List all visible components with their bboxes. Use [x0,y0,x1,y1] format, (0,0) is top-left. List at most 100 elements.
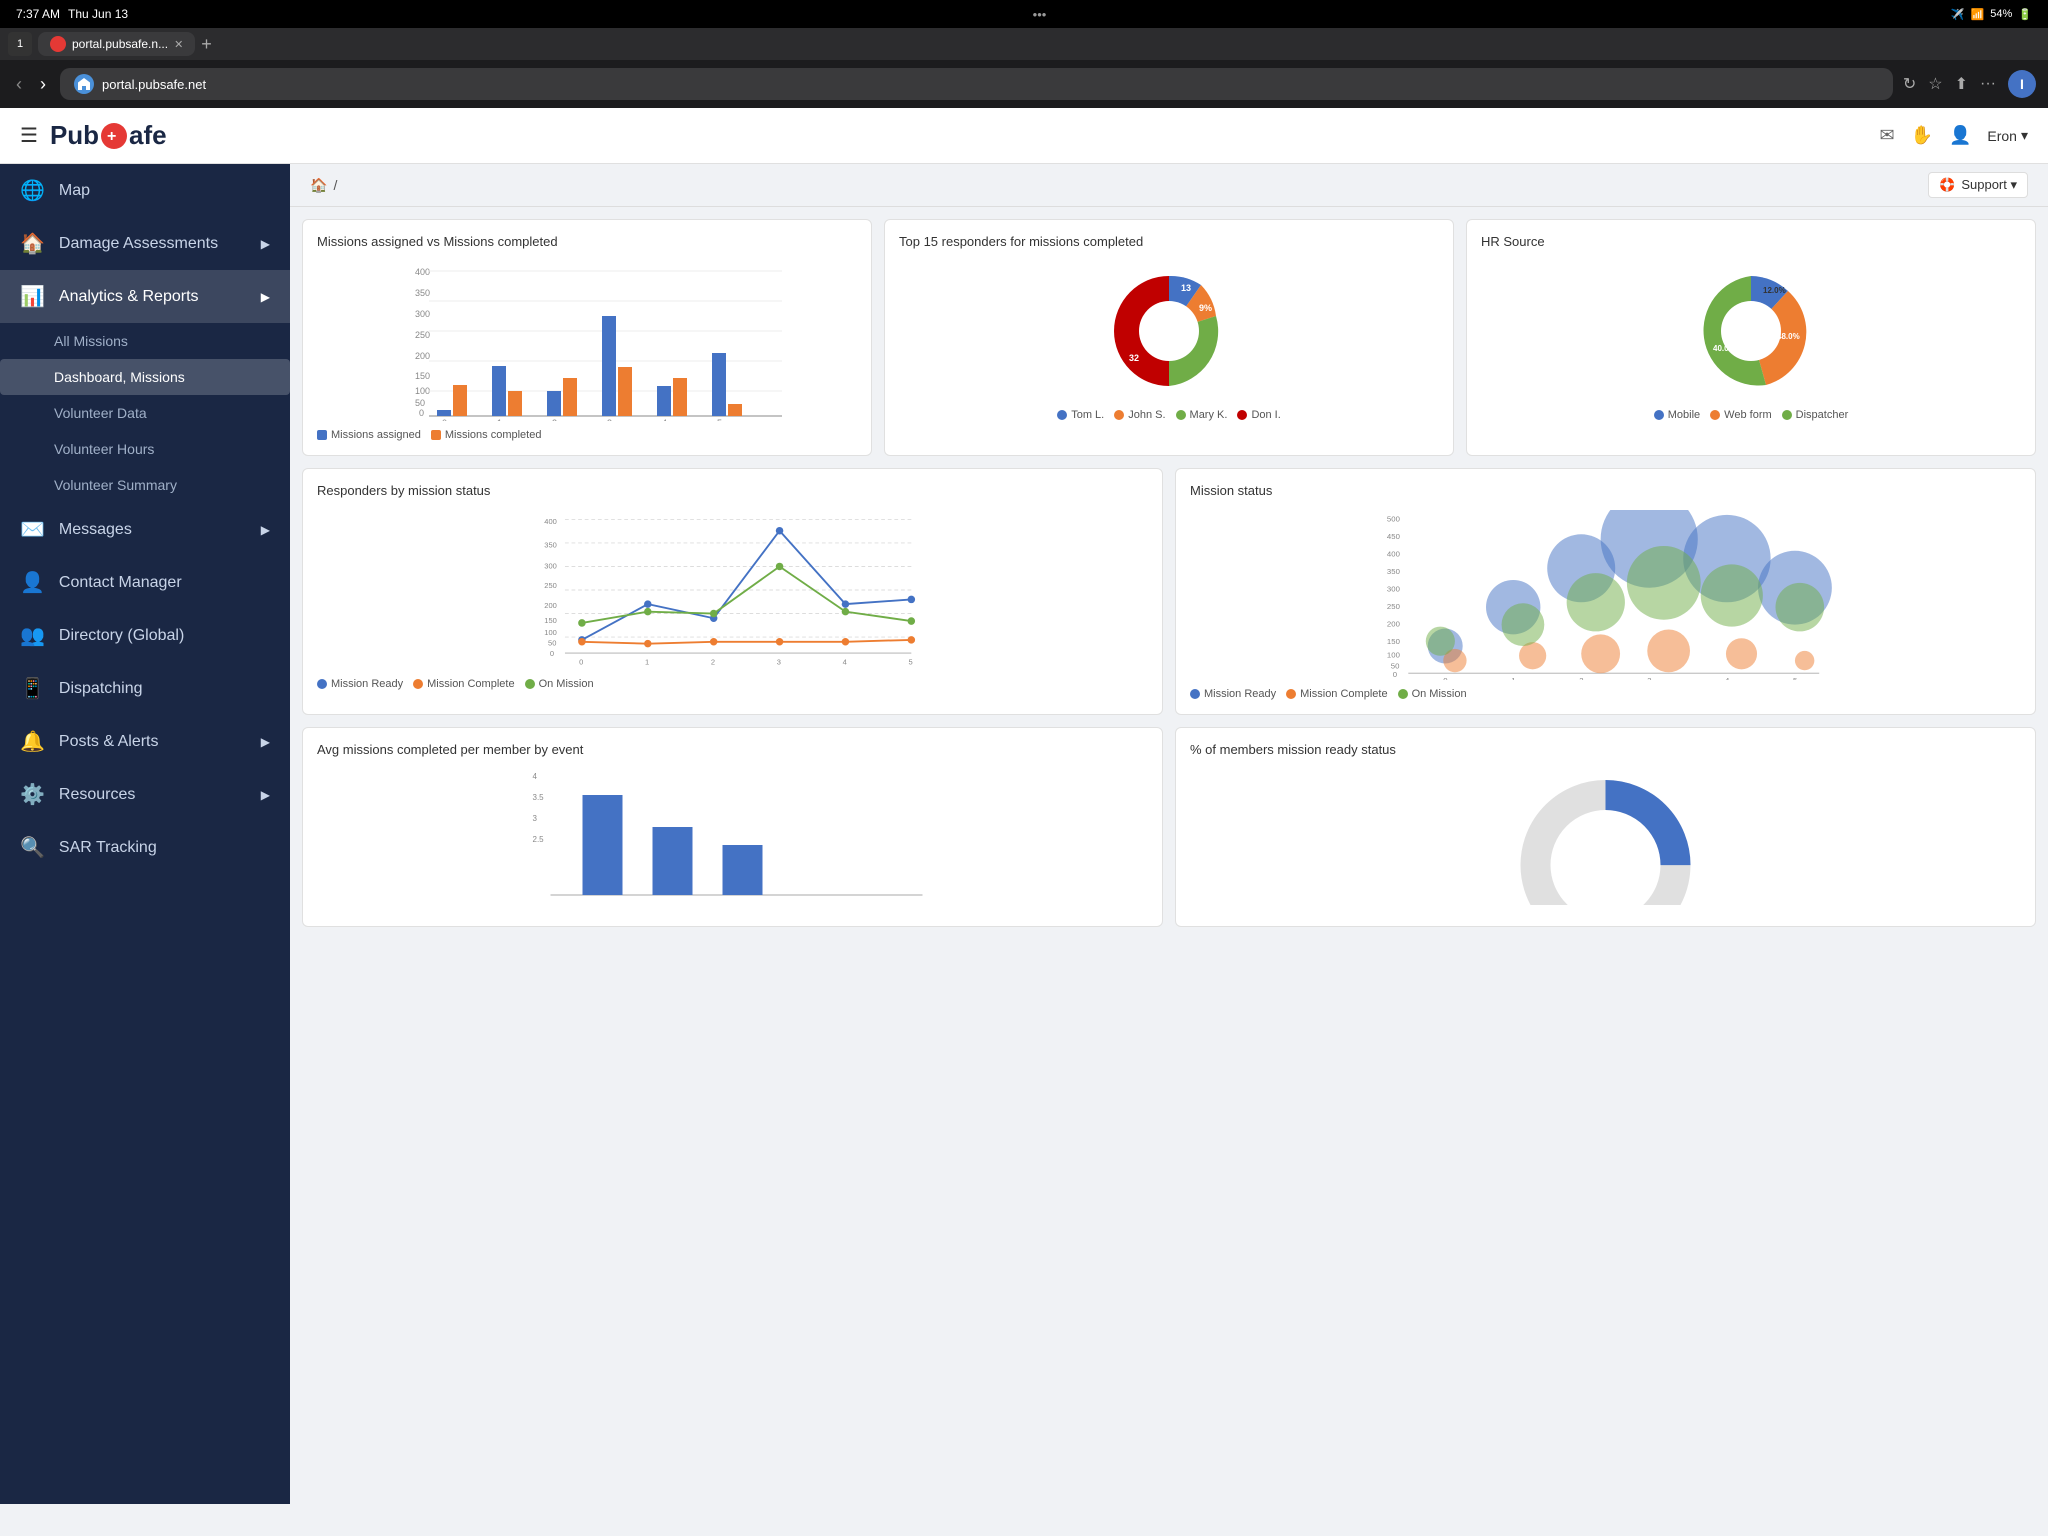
sidebar-item-sar-tracking[interactable]: 🔍 SAR Tracking [0,821,290,874]
hr-donut-svg: 12.0% 48.0% 40.0% [1681,261,1821,401]
sidebar-item-analytics[interactable]: 📊 Analytics & Reports ▶ [0,270,290,323]
sidebar-label-directory: Directory (Global) [59,627,184,645]
support-icon: 🛟 [1939,177,1955,193]
top15-legend: Tom L. John S. Mary K. Don I. [899,409,1439,421]
support-button[interactable]: 🛟 Support ▾ [1928,172,2028,198]
svg-text:400: 400 [1387,549,1401,558]
volunteer-summary-label: Volunteer Summary [54,477,177,493]
user-menu[interactable]: Eron ▾ [1987,127,2028,144]
svg-text:250: 250 [544,581,557,590]
on-mission-r-label: On Mission [539,678,594,690]
svg-text:2: 2 [711,657,715,666]
user-dropdown-arrow: ▾ [2021,127,2028,144]
mary-dot [1176,410,1186,420]
sidebar-label-damage: Damage Assessments [59,235,218,253]
dispatcher-dot [1782,410,1792,420]
avg-missions-chart: Avg missions completed per member by eve… [302,727,1163,927]
sidebar-sub-volunteer-hours[interactable]: Volunteer Hours [0,431,290,467]
sidebar-sub-volunteer-data[interactable]: Volunteer Data [0,395,290,431]
sidebar-item-damage-assessments[interactable]: 🏠 Damage Assessments ▶ [0,217,290,270]
status-bar-right: ✈️ 📶 54% 🔋 [1951,8,2032,21]
dashboard-bottom: Avg missions completed per member by eve… [290,727,2048,939]
webform-label: Web form [1724,409,1771,421]
sidebar-item-contact-manager[interactable]: 👤 Contact Manager [0,556,290,609]
app-logo: Pub + afe [50,120,167,151]
svg-text:+: + [107,128,116,145]
svg-text:4: 4 [843,657,847,666]
svg-text:32: 32 [1129,353,1139,363]
sidebar-sub-volunteer-summary[interactable]: Volunteer Summary [0,467,290,503]
svg-text:400: 400 [544,517,557,526]
hamburger-menu[interactable]: ☰ [20,123,38,148]
all-missions-label: All Missions [54,333,128,349]
sidebar-sub-all-missions[interactable]: All Missions [0,323,290,359]
browser-profile-icon[interactable]: I [2008,70,2036,98]
complete-b-label: Mission Complete [1300,688,1387,700]
avg-missions-svg: 4 3.5 3 2.5 [317,765,1148,905]
hand-icon[interactable]: ✋ [1911,125,1933,146]
new-tab-button[interactable]: + [201,34,212,55]
map-icon: 🌐 [20,178,45,203]
address-bar-row: ‹ › portal.pubsafe.net ↻ ☆ ⬆ ··· I [0,60,2048,108]
on-mission-r-dot [525,679,535,689]
legend-mission-complete-r: Mission Complete [413,678,514,690]
mail-icon[interactable]: ✉ [1879,125,1894,146]
messages-arrow: ▶ [261,523,270,537]
sidebar-item-map[interactable]: 🌐 Map [0,164,290,217]
tab-close-button[interactable]: ✕ [174,38,183,51]
resources-icon: ⚙️ [20,782,45,807]
svg-text:3: 3 [1647,676,1651,680]
svg-text:350: 350 [1387,567,1401,576]
svg-text:48.0%: 48.0% [1777,332,1800,341]
mary-label: Mary K. [1190,409,1228,421]
mission-status-bubble-area: 500 450 400 350 300 250 200 150 100 50 0 [1190,510,2021,680]
complete-r-label: Mission Complete [427,678,514,690]
svg-text:1: 1 [497,418,502,421]
svg-text:50: 50 [548,638,556,647]
top15-title: Top 15 responders for missions completed [899,234,1439,251]
svg-text:5: 5 [717,418,722,421]
directory-icon: 👥 [20,623,45,648]
status-bar: 7:37 AM Thu Jun 13 ••• ✈️ 📶 54% 🔋 [0,0,2048,28]
missions-chart-title: Missions assigned vs Missions completed [317,234,857,251]
sidebar-sub-dashboard-missions[interactable]: Dashboard, Missions [0,359,290,395]
reload-icon[interactable]: ↻ [1903,74,1916,94]
breadcrumb-separator: / [333,177,337,193]
browser-tab[interactable]: portal.pubsafe.n... ✕ [38,32,195,56]
mission-status-chart: Mission status 500 450 400 350 300 250 2… [1175,468,2036,715]
sidebar-item-directory[interactable]: 👥 Directory (Global) [0,609,290,662]
svg-text:4: 4 [662,418,667,421]
logo-afe: afe [129,120,167,151]
home-icon[interactable]: 🏠 [310,177,327,194]
svg-text:350: 350 [544,540,557,549]
mission-status-title: Mission status [1190,483,2021,500]
main-content: 🏠 / 🛟 Support ▾ Missions assigned vs Mis… [290,164,2048,1504]
status-date: Thu Jun 13 [68,7,128,21]
sidebar-item-dispatching[interactable]: 📱 Dispatching [0,662,290,715]
svg-text:9%: 9% [1199,303,1212,313]
sar-icon: 🔍 [20,835,45,860]
forward-button[interactable]: › [36,70,50,99]
share-icon[interactable]: ⬆ [1955,74,1968,94]
sidebar-item-resources[interactable]: ⚙️ Resources ▶ [0,768,290,821]
posts-arrow: ▶ [261,735,270,749]
more-icon[interactable]: ··· [1980,75,1996,93]
don-label: Don I. [1251,409,1280,421]
svg-text:0: 0 [1443,676,1448,680]
bookmark-icon[interactable]: ☆ [1928,74,1942,94]
john-dot [1114,410,1124,420]
address-bar[interactable]: portal.pubsafe.net [60,68,1893,100]
back-button[interactable]: ‹ [12,70,26,99]
status-time: 7:37 AM [16,7,60,21]
legend-mary: Mary K. [1176,409,1228,421]
responders-line-svg: 400 350 300 250 200 150 100 50 0 [317,510,1148,670]
complete-b-dot [1286,689,1296,699]
svg-text:0: 0 [419,408,424,418]
sidebar-item-posts-alerts[interactable]: 🔔 Posts & Alerts ▶ [0,715,290,768]
svg-text:0: 0 [579,657,583,666]
sidebar-item-messages[interactable]: ✉️ Messages ▶ [0,503,290,556]
missions-bar-area: 400 350 300 250 200 150 100 50 0 [317,261,857,421]
responders-mission-status-chart: Responders by mission status 400 350 300… [302,468,1163,715]
svg-text:4: 4 [533,772,538,781]
svg-text:50: 50 [415,398,425,408]
